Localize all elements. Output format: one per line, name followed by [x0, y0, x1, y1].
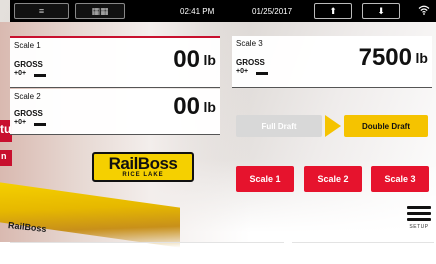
- scale-weight-unit: lb: [203, 52, 216, 68]
- scale-3-button[interactable]: Scale 3: [371, 166, 429, 192]
- scroll-down-button[interactable]: ⬇: [362, 3, 400, 19]
- background-tab-text-2: n: [1, 151, 7, 161]
- arrow-right-icon: [325, 115, 341, 137]
- bottom-divider-left: [10, 242, 284, 243]
- scale-weight-value: 7500: [358, 44, 412, 71]
- top-bar: ≡ ▦▦ 02:41 PM 01/25/2017 ⬆ ⬇: [10, 0, 436, 22]
- double-draft-button[interactable]: Double Draft: [344, 115, 428, 137]
- bottom-divider-right: [292, 242, 434, 243]
- arrow-down-icon: ⬇: [377, 5, 385, 16]
- scale-indicators: +0+: [14, 70, 47, 77]
- railboss-logo: RailBoss RICE LAKE: [92, 152, 194, 182]
- scale-name: Scale 2: [14, 92, 41, 101]
- scroll-up-button[interactable]: ⬆: [314, 3, 352, 19]
- scale-mode: GROSS: [14, 109, 43, 118]
- center-of-zero-icon: +0+: [14, 70, 27, 77]
- stable-icon: [256, 69, 269, 75]
- stable-icon: [34, 71, 47, 77]
- menu-button[interactable]: ≡: [14, 3, 69, 19]
- center-of-zero-icon: +0+: [236, 68, 249, 75]
- setup-label: SETUP: [409, 224, 429, 230]
- setup-button[interactable]: SETUP: [404, 206, 434, 236]
- scale-indicators: +0+: [236, 68, 269, 75]
- stable-icon: [34, 120, 47, 126]
- center-of-zero-icon: +0+: [14, 119, 27, 126]
- scale-2-panel[interactable]: Scale 2 00 lb GROSS +0+: [10, 89, 220, 135]
- clock-time: 02:41 PM: [180, 6, 215, 16]
- scale-1-panel[interactable]: Scale 1 00 lb GROSS +0+: [10, 36, 220, 88]
- wifi-icon: [418, 5, 430, 18]
- logo-main-text: RailBoss: [108, 154, 178, 173]
- arrow-up-icon: ⬆: [329, 5, 337, 16]
- scale-mode: GROSS: [236, 58, 265, 67]
- full-draft-button[interactable]: Full Draft: [236, 115, 322, 137]
- scale-weight-value: 00: [173, 46, 200, 73]
- scale-3-panel[interactable]: Scale 3 7500 lb GROSS +0+: [232, 36, 432, 88]
- logo-sub-text: RICE LAKE: [122, 172, 164, 178]
- scale-2-button[interactable]: Scale 2: [304, 166, 362, 192]
- scale-mode: GROSS: [14, 60, 43, 69]
- scale-name: Scale 1: [14, 41, 41, 50]
- scale-indicators: +0+: [14, 119, 47, 126]
- hamburger-icon: [407, 206, 431, 224]
- clock-date: 01/25/2017: [252, 6, 293, 16]
- scale-weight-value: 00: [173, 93, 200, 120]
- grid-icon: ▦▦: [91, 5, 109, 16]
- scale-weight-unit: lb: [203, 99, 216, 115]
- menu-icon: ≡: [38, 6, 45, 16]
- grid-button[interactable]: ▦▦: [75, 3, 125, 19]
- scale-weight-unit: lb: [415, 50, 428, 66]
- scale-name: Scale 3: [236, 39, 263, 48]
- scale-1-button[interactable]: Scale 1: [236, 166, 294, 192]
